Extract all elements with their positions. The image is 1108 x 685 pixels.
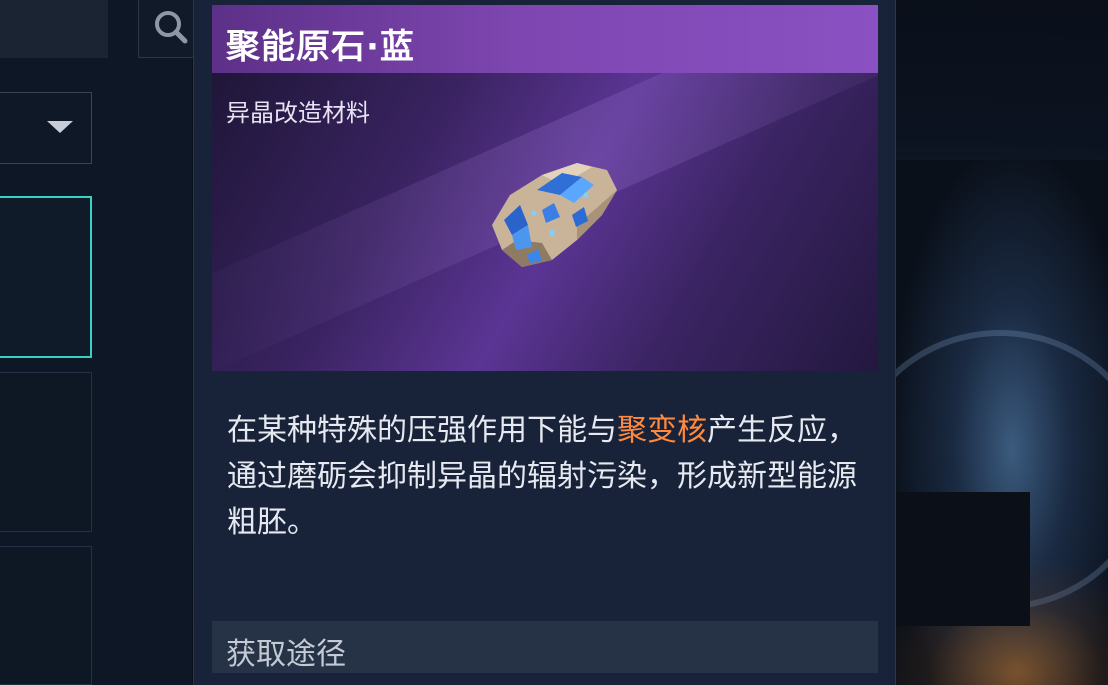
- item-detail-panel: 聚能原石·蓝 异晶改造材料 在某种特殊的压强作用下能与聚变核产生反应，通过磨砺会…: [193, 0, 896, 685]
- item-category: 异晶改造材料: [226, 99, 370, 127]
- item-slot[interactable]: [0, 546, 92, 685]
- blue-crystal-ore-icon: [492, 163, 617, 267]
- search-button[interactable]: [138, 0, 194, 58]
- acquisition-label: 获取途径: [226, 637, 346, 672]
- item-slot-selected[interactable]: [0, 196, 92, 358]
- sidebar-header: [0, 0, 108, 58]
- search-icon: [155, 11, 188, 44]
- background-panel: [878, 492, 1030, 626]
- filter-dropdown[interactable]: [0, 92, 92, 164]
- description-highlight-link[interactable]: 聚变核: [617, 413, 707, 448]
- acquisition-section[interactable]: 获取途径: [212, 621, 878, 673]
- title-bar: 聚能原石·蓝: [212, 5, 878, 73]
- item-art-area: 异晶改造材料: [212, 73, 878, 371]
- chevron-down-icon: [47, 121, 73, 133]
- item-title: 聚能原石·蓝: [226, 27, 415, 67]
- description-text: 在某种特殊的压强作用下能与: [227, 413, 617, 448]
- item-slot[interactable]: [0, 372, 92, 532]
- item-description: 在某种特殊的压强作用下能与聚变核产生反应，通过磨砺会抑制异晶的辐射污染，形成新型…: [227, 408, 867, 546]
